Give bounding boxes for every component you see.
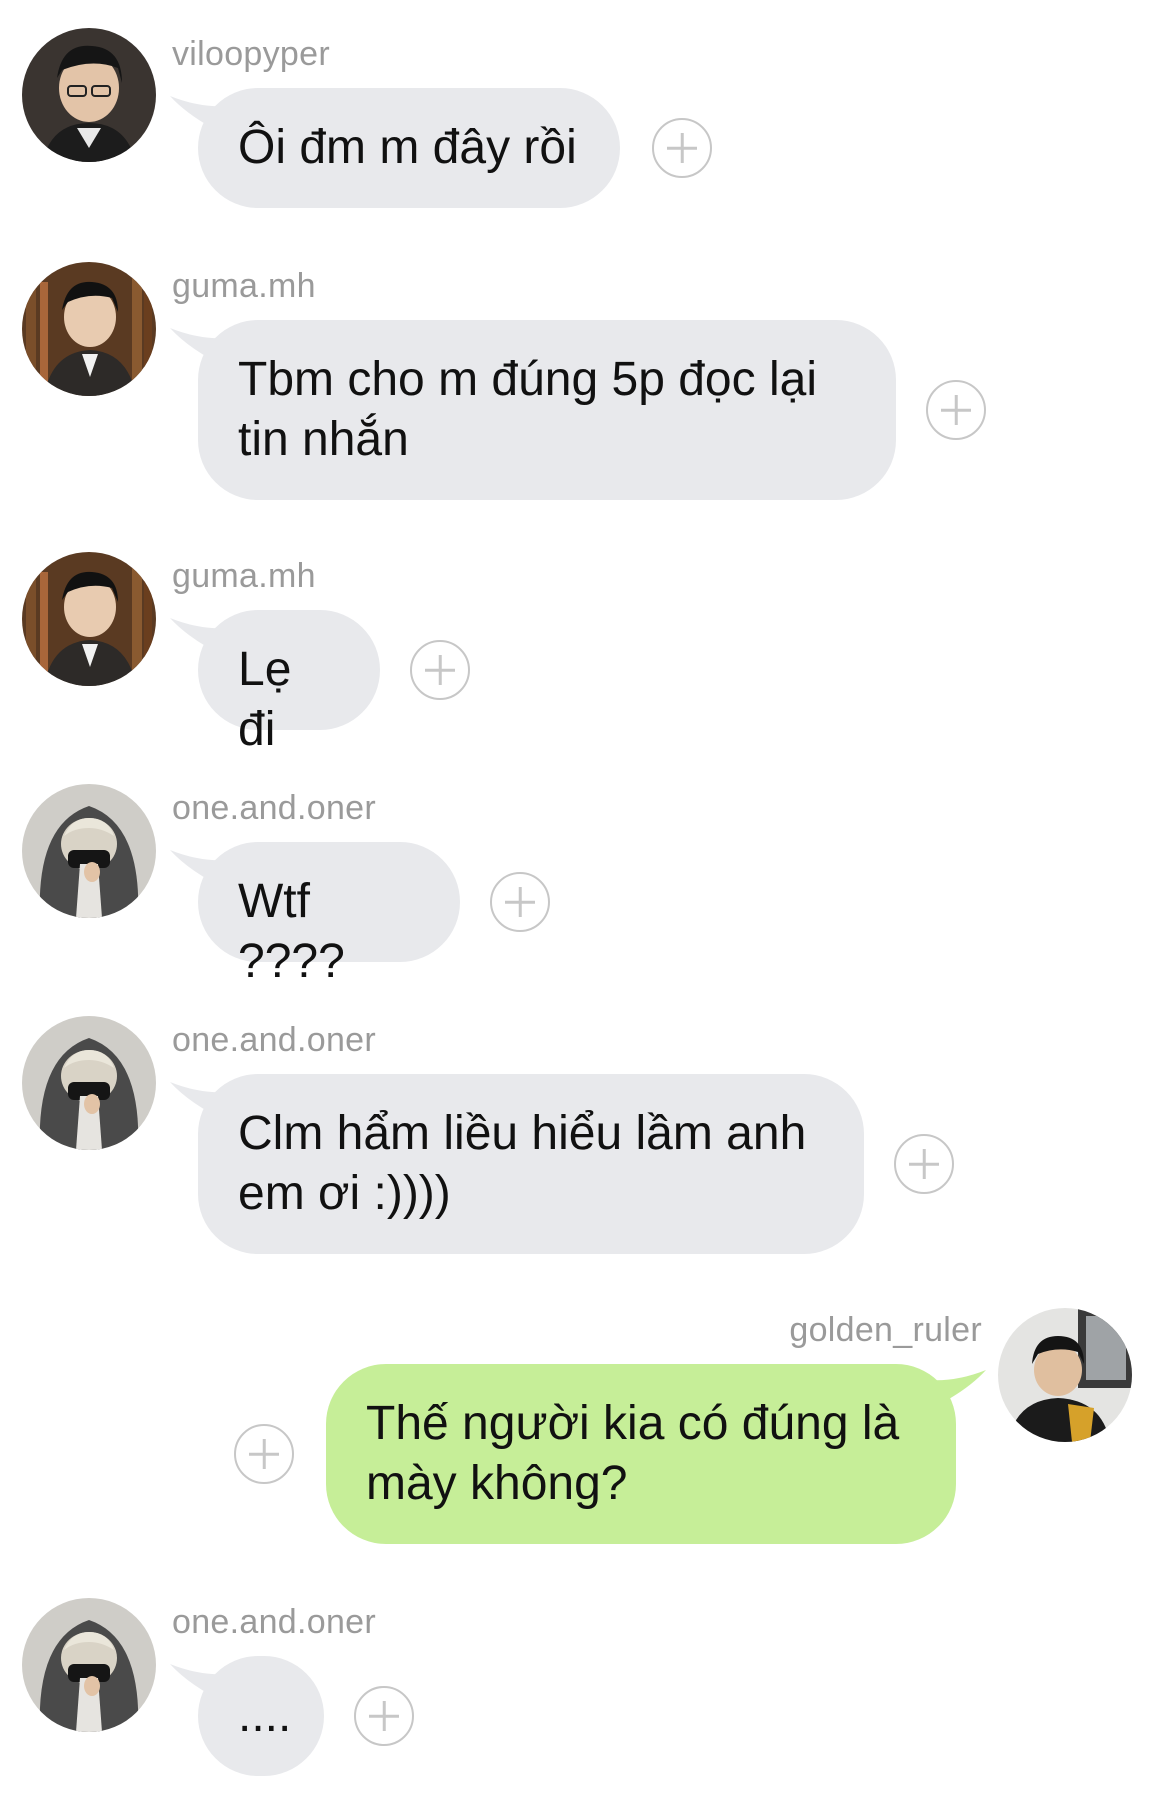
avatar[interactable]	[22, 1598, 156, 1732]
add-reaction-icon[interactable]	[234, 1424, 294, 1484]
add-reaction-icon[interactable]	[410, 640, 470, 700]
add-reaction-icon[interactable]	[894, 1134, 954, 1194]
avatar[interactable]	[22, 262, 156, 396]
username: one.and.oner	[172, 1021, 376, 1059]
message-bubble[interactable]: Ôi đm m đây rồi	[198, 88, 620, 208]
add-reaction-icon[interactable]	[354, 1686, 414, 1746]
username: one.and.oner	[172, 1603, 376, 1641]
username: one.and.oner	[172, 789, 376, 827]
avatar[interactable]	[22, 552, 156, 686]
username: guma.mh	[172, 267, 316, 305]
username: viloopyper	[172, 35, 330, 73]
add-reaction-icon[interactable]	[926, 380, 986, 440]
username: golden_ruler	[789, 1311, 982, 1349]
avatar[interactable]	[22, 28, 156, 162]
avatar[interactable]	[998, 1308, 1132, 1442]
message-bubble[interactable]: Clm hẩm liều hiểu lầm anh em ơi :))))	[198, 1074, 864, 1254]
message-bubble[interactable]: Thế người kia có đúng là mày không?	[326, 1364, 956, 1544]
message-bubble[interactable]: Lẹ đi	[198, 610, 380, 756]
avatar[interactable]	[22, 1016, 156, 1150]
add-reaction-icon[interactable]	[490, 872, 550, 932]
avatar[interactable]	[22, 784, 156, 918]
message-bubble[interactable]: ....	[198, 1656, 324, 1776]
message-bubble[interactable]: Tbm cho m đúng 5p đọc lại tin nhắn	[198, 320, 896, 500]
add-reaction-icon[interactable]	[652, 118, 712, 178]
username: guma.mh	[172, 557, 316, 595]
message-bubble[interactable]: Wtf ????	[198, 842, 460, 988]
